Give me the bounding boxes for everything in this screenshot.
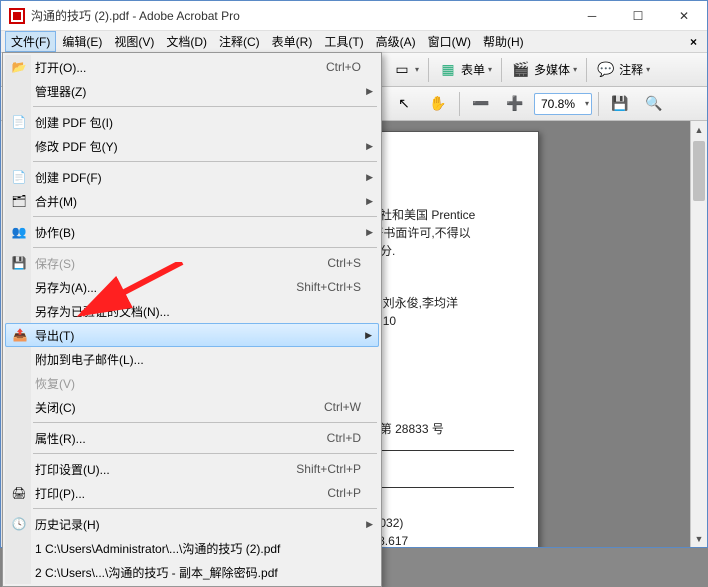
menu-print-setup[interactable]: 打印设置(U)... Shift+Ctrl+P bbox=[5, 457, 379, 481]
zoom-out-icon: ➖ bbox=[471, 94, 491, 114]
menu-recent-2[interactable]: 2 C:\Users\...\沟通的技巧 - 副本_解除密码.pdf bbox=[5, 560, 379, 584]
zoom-out[interactable]: ➖ bbox=[466, 91, 496, 117]
form-icon: ▦ bbox=[438, 60, 458, 80]
menu-edit[interactable]: 编辑(E) bbox=[56, 31, 108, 52]
history-icon: 🕓 bbox=[11, 516, 27, 532]
window-title: 沟通的技巧 (2).pdf - Adobe Acrobat Pro bbox=[31, 7, 569, 24]
vertical-scrollbar[interactable]: ▲ ▼ bbox=[690, 121, 707, 547]
scroll-down[interactable]: ▼ bbox=[691, 530, 707, 547]
tool-form[interactable]: ▦表单▾ bbox=[433, 57, 497, 83]
menu-form[interactable]: 表单(R) bbox=[266, 31, 319, 52]
menu-document[interactable]: 文档(D) bbox=[160, 31, 213, 52]
tool-comment[interactable]: 💬注释▾ bbox=[591, 57, 655, 83]
media-icon: 🎬 bbox=[511, 60, 531, 80]
print-icon: 🖨 bbox=[11, 485, 27, 501]
menu-attach-email[interactable]: 附加到电子邮件(L)... bbox=[5, 347, 379, 371]
package-icon: 📄 bbox=[11, 114, 27, 130]
menu-revert: 恢复(V) bbox=[5, 371, 379, 395]
menu-advanced[interactable]: 高级(A) bbox=[370, 31, 422, 52]
tool-save[interactable]: 💾 bbox=[605, 91, 635, 117]
menubar: 文件(F) 编辑(E) 视图(V) 文档(D) 注释(C) 表单(R) 工具(T… bbox=[1, 31, 707, 53]
pdf-icon: 📄 bbox=[11, 169, 27, 185]
titlebar: 沟通的技巧 (2).pdf - Adobe Acrobat Pro ─ ☐ ✕ bbox=[1, 1, 707, 31]
menu-file[interactable]: 文件(F) bbox=[5, 31, 56, 52]
merge-icon: 🗂 bbox=[11, 193, 27, 209]
app-icon bbox=[9, 8, 25, 24]
collab-icon: 👥 bbox=[11, 224, 27, 240]
tool-unknown[interactable]: ▭▾ bbox=[387, 57, 424, 83]
zoom-in[interactable]: ➕ bbox=[500, 91, 530, 117]
menu-create-package[interactable]: 📄 创建 PDF 包(I) bbox=[5, 110, 379, 134]
scroll-up[interactable]: ▲ bbox=[691, 121, 707, 138]
file-menu-dropdown: 📂 打开(O)... Ctrl+O 管理器(Z)▶ 📄 创建 PDF 包(I) … bbox=[2, 52, 382, 587]
zoom-input[interactable] bbox=[537, 97, 585, 111]
export-icon: 📤 bbox=[12, 327, 28, 343]
menu-recent-1[interactable]: 1 C:\Users\Administrator\...\沟通的技巧 (2).p… bbox=[5, 536, 379, 560]
zoom-combo[interactable]: ▾ bbox=[534, 93, 592, 115]
menu-saveas-verified[interactable]: 另存为已验证的文档(N)... bbox=[5, 299, 379, 323]
minimize-button[interactable]: ─ bbox=[569, 1, 615, 30]
select-tool[interactable]: ↖ bbox=[389, 91, 419, 117]
menu-create-pdf[interactable]: 📄 创建 PDF(F)▶ bbox=[5, 165, 379, 189]
menu-close[interactable]: 关闭(C) Ctrl+W bbox=[5, 395, 379, 419]
hand-icon: ✋ bbox=[428, 94, 448, 114]
hand-tool[interactable]: ✋ bbox=[423, 91, 453, 117]
menu-save: 💾 保存(S) Ctrl+S bbox=[5, 251, 379, 275]
menu-print[interactable]: 🖨 打印(P)... Ctrl+P bbox=[5, 481, 379, 505]
cursor-icon: ↖ bbox=[394, 94, 414, 114]
menu-merge[interactable]: 🗂 合并(M)▶ bbox=[5, 189, 379, 213]
find-icon: 🔍 bbox=[644, 94, 664, 114]
menu-export[interactable]: 📤 导出(T)▶ bbox=[5, 323, 379, 347]
menu-tool[interactable]: 工具(T) bbox=[318, 31, 369, 52]
menu-collaborate[interactable]: 👥 协作(B)▶ bbox=[5, 220, 379, 244]
close-button[interactable]: ✕ bbox=[661, 1, 707, 30]
menu-edit-package[interactable]: 修改 PDF 包(Y)▶ bbox=[5, 134, 379, 158]
tool-find[interactable]: 🔍 bbox=[639, 91, 669, 117]
menu-properties[interactable]: 属性(R)... Ctrl+D bbox=[5, 426, 379, 450]
zoom-in-icon: ➕ bbox=[505, 94, 525, 114]
menu-saveas[interactable]: 另存为(A)... Shift+Ctrl+S bbox=[5, 275, 379, 299]
menu-view[interactable]: 视图(V) bbox=[108, 31, 160, 52]
menu-organizer[interactable]: 管理器(Z)▶ bbox=[5, 79, 379, 103]
save-icon: 💾 bbox=[610, 94, 630, 114]
menu-comment[interactable]: 注释(C) bbox=[213, 31, 266, 52]
scroll-thumb[interactable] bbox=[693, 141, 705, 201]
maximize-button[interactable]: ☐ bbox=[615, 1, 661, 30]
menu-help[interactable]: 帮助(H) bbox=[477, 31, 530, 52]
tool-multimedia[interactable]: 🎬多媒体▾ bbox=[506, 57, 582, 83]
menu-open[interactable]: 📂 打开(O)... Ctrl+O bbox=[5, 55, 379, 79]
page-icon: ▭ bbox=[392, 60, 412, 80]
menu-window[interactable]: 窗口(W) bbox=[422, 31, 477, 52]
zoom-dropdown[interactable]: ▾ bbox=[585, 99, 589, 108]
close-doc-x[interactable]: × bbox=[684, 35, 703, 49]
comment-icon: 💬 bbox=[596, 60, 616, 80]
folder-open-icon: 📂 bbox=[11, 59, 27, 75]
save-icon: 💾 bbox=[11, 255, 27, 271]
menu-history[interactable]: 🕓 历史记录(H)▶ bbox=[5, 512, 379, 536]
